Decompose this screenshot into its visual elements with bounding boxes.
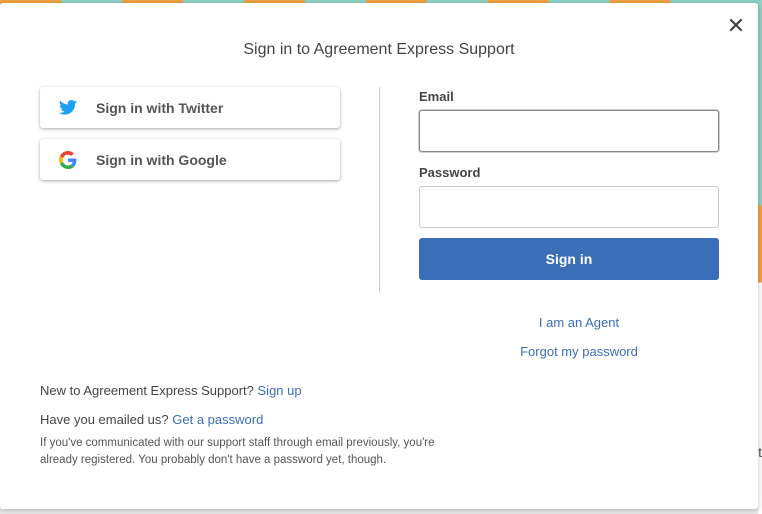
twitter-signin-label: Sign in with Twitter xyxy=(96,99,224,116)
signin-button[interactable]: Sign in xyxy=(419,238,719,280)
password-label: Password xyxy=(419,165,481,180)
emailed-prompt: Have you emailed us? xyxy=(40,412,169,427)
google-icon xyxy=(40,150,96,169)
email-label: Email xyxy=(419,89,454,104)
close-icon[interactable]: ✕ xyxy=(725,15,747,37)
agent-link[interactable]: I am an Agent xyxy=(419,315,739,330)
registration-note: If you've communicated with our support … xyxy=(40,437,435,466)
twitter-icon xyxy=(40,100,96,115)
dialog-title: Sign in to Agreement Express Support xyxy=(243,41,515,58)
email-field[interactable] xyxy=(419,110,719,152)
google-signin-button[interactable]: Sign in with Google xyxy=(40,139,340,180)
signup-link[interactable]: Sign up xyxy=(258,383,302,398)
signup-prompt: New to Agreement Express Support? xyxy=(40,383,254,398)
twitter-signin-button[interactable]: Sign in with Twitter xyxy=(40,87,340,128)
signin-dialog: ✕ Sign in to Agreement Express Support S… xyxy=(0,3,758,509)
password-field[interactable] xyxy=(419,186,719,228)
signup-row: New to Agreement Express Support? Sign u… xyxy=(40,383,302,398)
get-password-link[interactable]: Get a password xyxy=(172,412,263,427)
background-text: t xyxy=(758,444,762,460)
google-signin-label: Sign in with Google xyxy=(96,151,227,168)
forgot-password-link[interactable]: Forgot my password xyxy=(419,344,739,359)
vertical-divider xyxy=(379,87,380,293)
background-edge xyxy=(758,0,762,514)
get-password-row: Have you emailed us? Get a password xyxy=(40,412,263,427)
